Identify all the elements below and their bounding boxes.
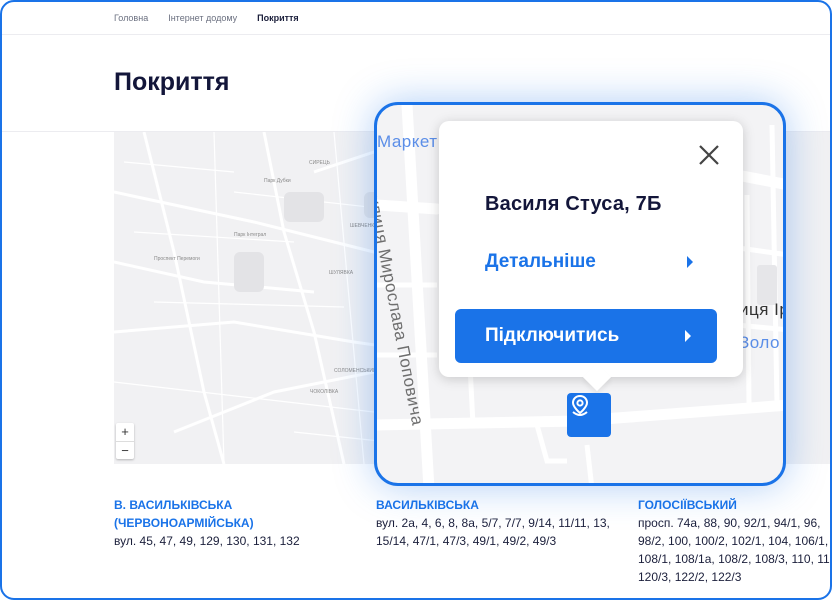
- district-addresses: вул. 2а, 4, 6, 8, 8а, 5/7, 7/7, 9/14, 11…: [376, 516, 610, 548]
- breadcrumb-internet[interactable]: Інтернет додому: [168, 13, 237, 23]
- district-name[interactable]: ГОЛОСІЇВСЬКИЙ: [638, 496, 830, 514]
- district-block: ГОЛОСІЇВСЬКИЙ просп. 74а, 88, 90, 92/1, …: [638, 496, 832, 586]
- zoomed-map-panel: Маркет вулиця Мирослава Поповича иця Ір …: [374, 102, 786, 486]
- map-label: ЧОКОЛІВКА: [310, 389, 339, 395]
- street-label: иця Ір: [739, 300, 786, 319]
- breadcrumb-current: Покриття: [257, 13, 299, 23]
- details-label: Детальніше: [485, 251, 596, 272]
- district-block: ВАСИЛЬКІВСЬКА вул. 2а, 4, 6, 8, 8а, 5/7,…: [376, 496, 611, 550]
- district-name[interactable]: ВАСИЛЬКІВСЬКА: [376, 496, 611, 514]
- map-label: СИРЕЦЬ: [309, 160, 331, 166]
- popup-address: Василя Стуса, 7Б: [485, 193, 662, 215]
- browser-frame: Головна Інтернет додому Покриття Покритт…: [0, 0, 832, 600]
- location-pin-icon[interactable]: [567, 393, 611, 437]
- page-title: Покриття: [114, 68, 230, 96]
- connect-button[interactable]: Підключитись: [455, 309, 717, 363]
- address-popup: Василя Стуса, 7Б Детальніше Підключитись: [439, 121, 743, 377]
- district-block: В. ВАСИЛЬКІВСЬКА (ЧЕРВОНОАРМІЙСЬКА) вул.…: [114, 496, 344, 550]
- map-zoom-control: + −: [116, 423, 134, 459]
- breadcrumb: Головна Інтернет додому Покриття: [114, 13, 299, 23]
- district-addresses: просп. 74а, 88, 90, 92/1, 94/1, 96, 98/2…: [638, 516, 832, 584]
- street-label: Золо: [739, 333, 780, 352]
- map-label: ШУЛЯВКА: [329, 270, 354, 276]
- close-icon[interactable]: [697, 143, 721, 167]
- divider: [2, 34, 830, 35]
- details-link[interactable]: Детальніше: [485, 251, 693, 273]
- street-label: Маркет: [377, 132, 438, 151]
- zoom-in-button[interactable]: +: [116, 423, 134, 441]
- map-label: Проспект Перемоги: [154, 256, 200, 262]
- map-label: Парк Інтеграл: [234, 232, 266, 238]
- district-addresses: вул. 45, 47, 49, 129, 130, 131, 132: [114, 534, 300, 548]
- district-name[interactable]: В. ВАСИЛЬКІВСЬКА (ЧЕРВОНОАРМІЙСЬКА): [114, 496, 344, 532]
- caret-right-icon: [685, 330, 691, 342]
- caret-right-icon: [687, 256, 693, 268]
- connect-label: Підключитись: [485, 325, 620, 346]
- zoom-out-button[interactable]: −: [116, 441, 134, 459]
- breadcrumb-home[interactable]: Головна: [114, 13, 148, 23]
- map-label: Парк Дубки: [264, 178, 291, 184]
